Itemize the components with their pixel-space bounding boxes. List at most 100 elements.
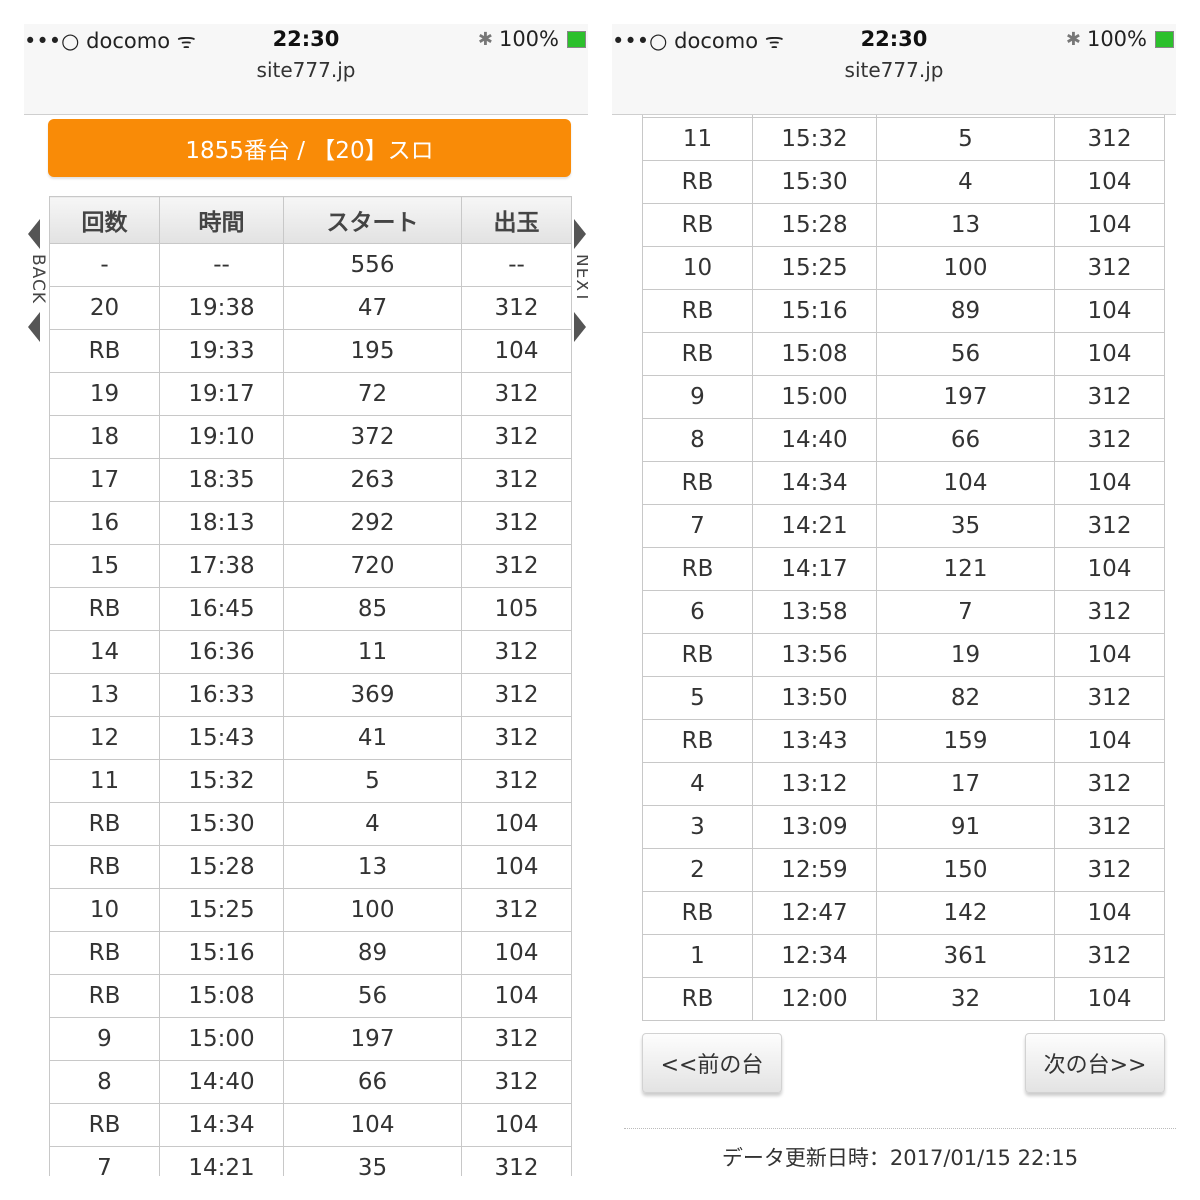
cell-start: 556 — [283, 243, 462, 287]
cell-count: 16 — [49, 501, 160, 545]
cell-start: 197 — [876, 375, 1055, 419]
cell-payout: 312 — [1054, 418, 1165, 462]
cell-payout: 312 — [461, 1017, 572, 1061]
cell-time: 15:25 — [752, 246, 877, 290]
cell-time: 15:25 — [159, 888, 284, 932]
cell-time: 12:59 — [752, 848, 877, 892]
url-bar[interactable]: site777.jp — [24, 58, 588, 82]
cell-time: 16:36 — [159, 630, 284, 674]
cell-start: 150 — [876, 848, 1055, 892]
cell-start: 100 — [283, 888, 462, 932]
cell-time: 15:00 — [159, 1017, 284, 1061]
cell-count: RB — [49, 587, 160, 631]
header-payout: 出玉 — [461, 196, 572, 244]
cell-count: 11 — [49, 759, 160, 803]
table-row: 18 19:10 372 312 — [49, 415, 572, 459]
cell-count: 10 — [49, 888, 160, 932]
cell-time: -- — [159, 243, 284, 287]
cell-start: 104 — [283, 1103, 462, 1147]
table-row: RB 16:45 85 105 — [49, 587, 572, 631]
url-bar[interactable]: site777.jp — [612, 58, 1176, 82]
cell-payout: 312 — [461, 759, 572, 803]
cell-start: 47 — [283, 286, 462, 330]
cell-start: 372 — [283, 415, 462, 459]
cell-start: 32 — [876, 977, 1055, 1021]
cell-payout: 312 — [1054, 848, 1165, 892]
cell-count: RB — [49, 931, 160, 975]
back-label[interactable]: BACK — [28, 254, 48, 304]
cell-payout: 312 — [1054, 762, 1165, 806]
cell-count: RB — [642, 461, 753, 505]
cell-payout: 104 — [461, 329, 572, 373]
cell-payout: 104 — [1054, 160, 1165, 204]
prev-machine-button[interactable]: <<前の台 — [642, 1033, 782, 1093]
cell-count: 8 — [642, 418, 753, 462]
cell-start: 82 — [876, 676, 1055, 720]
cell-time: 18:35 — [159, 458, 284, 502]
cell-count: 1 — [642, 934, 753, 978]
cell-count: 6 — [642, 590, 753, 634]
header-count: 回数 — [49, 196, 160, 244]
cell-payout: 312 — [1054, 590, 1165, 634]
cell-count: 2 — [642, 848, 753, 892]
cell-payout: 105 — [461, 587, 572, 631]
cell-count: RB — [642, 719, 753, 763]
table-row: 17 18:35 263 312 — [49, 458, 572, 502]
divider — [624, 1128, 1176, 1129]
cell-time: 14:34 — [752, 461, 877, 505]
back-arrow-icon[interactable] — [28, 312, 40, 342]
cell-time: 14:21 — [752, 504, 877, 548]
cell-count: RB — [49, 329, 160, 373]
table-row: RB 12:47 142 104 — [642, 891, 1165, 935]
cell-payout: 104 — [1054, 289, 1165, 333]
cell-time: 15:08 — [752, 332, 877, 376]
cell-payout: 104 — [1054, 977, 1165, 1021]
next-label[interactable]: NEXT — [572, 254, 588, 303]
table-row: RB 15:30 4 104 — [49, 802, 572, 846]
cell-count: RB — [642, 977, 753, 1021]
table-row: RB 13:43 159 104 — [642, 719, 1165, 763]
battery-icon — [1155, 30, 1174, 48]
cell-start: 369 — [283, 673, 462, 717]
status-right: ✱ 100% — [1066, 27, 1174, 51]
cell-time: 13:50 — [752, 676, 877, 720]
cell-start: 263 — [283, 458, 462, 502]
next-machine-button[interactable]: 次の台>> — [1025, 1033, 1165, 1093]
table-row: 5 13:50 82 312 — [642, 676, 1165, 720]
cell-count: RB — [642, 332, 753, 376]
history-table: 回数 時間 スタート 出玉 - -- 556 -- 20 19:38 47 312 RB 19:3… — [49, 196, 572, 1176]
next-arrow-icon[interactable] — [574, 312, 586, 342]
cell-payout: 312 — [461, 1146, 572, 1176]
cell-time: 15:32 — [752, 117, 877, 161]
table-row: 11 15:32 5 312 — [49, 759, 572, 803]
cell-start: 66 — [876, 418, 1055, 462]
back-arrow-up-icon[interactable] — [28, 219, 40, 249]
cell-payout: 312 — [461, 415, 572, 459]
table-row: 13 16:33 369 312 — [49, 673, 572, 717]
cell-time: 15:08 — [159, 974, 284, 1018]
table-row: 9 15:00 197 312 — [49, 1017, 572, 1061]
battery-percent: 100% — [1086, 27, 1147, 51]
table-row: RB 15:08 56 104 — [49, 974, 572, 1018]
table-row: RB 14:34 104 104 — [49, 1103, 572, 1147]
cell-count: - — [49, 243, 160, 287]
cell-count: 20 — [49, 286, 160, 330]
cell-start: 85 — [283, 587, 462, 631]
next-arrow-up-icon[interactable] — [574, 219, 586, 249]
cell-payout: 104 — [461, 845, 572, 889]
cell-time: 12:34 — [752, 934, 877, 978]
cell-payout: 312 — [1054, 676, 1165, 720]
battery-percent: 100% — [498, 27, 559, 51]
cell-payout: 312 — [1054, 117, 1165, 161]
cell-time: 12:00 — [752, 977, 877, 1021]
cell-count: 7 — [642, 504, 753, 548]
cell-start: 35 — [876, 504, 1055, 548]
cell-start: 66 — [283, 1060, 462, 1104]
table-row: 6 13:58 7 312 — [642, 590, 1165, 634]
cell-payout: 104 — [1054, 332, 1165, 376]
cell-time: 14:17 — [752, 547, 877, 591]
table-row: 7 14:21 35 312 — [49, 1146, 572, 1176]
cell-start: 100 — [876, 246, 1055, 290]
table-row: 2 12:59 150 312 — [642, 848, 1165, 892]
cell-time: 13:56 — [752, 633, 877, 677]
